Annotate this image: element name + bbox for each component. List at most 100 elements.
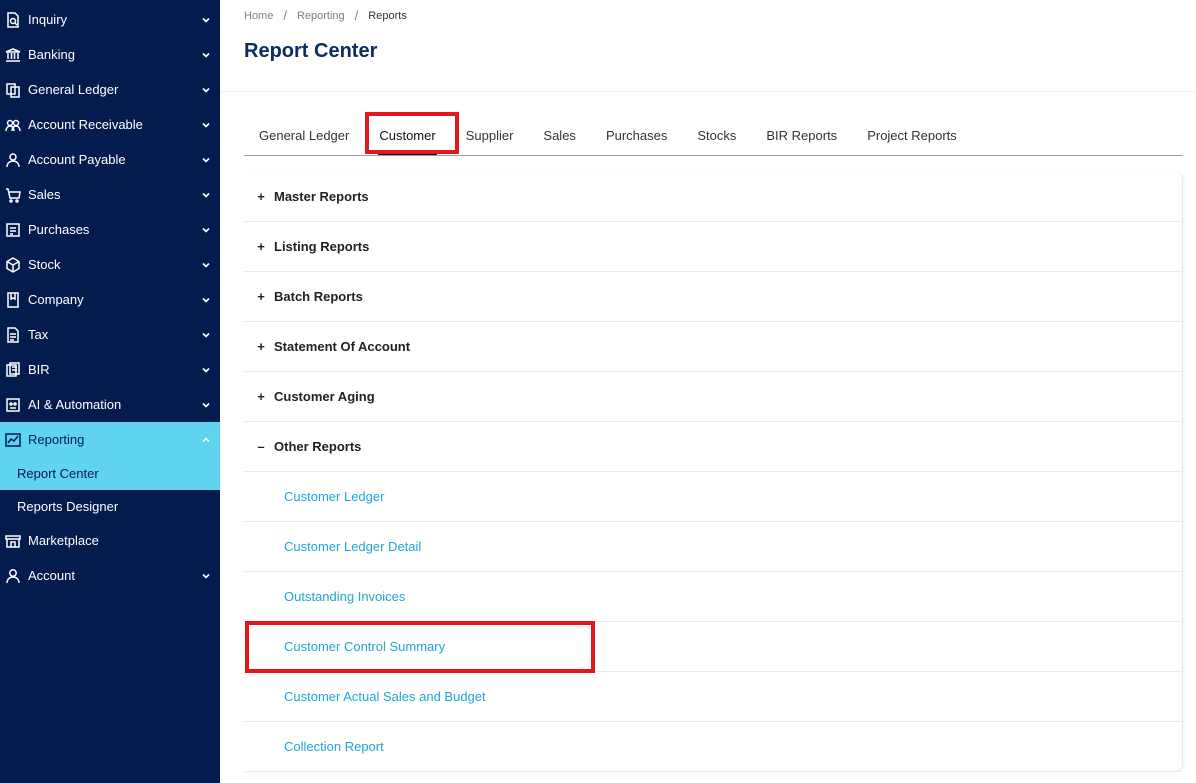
section-listing-reports[interactable]: + Listing Reports xyxy=(244,222,1182,272)
sidebar-item-reporting[interactable]: Reporting xyxy=(0,422,220,457)
breadcrumb-reporting[interactable]: Reporting xyxy=(297,10,345,22)
report-item-customer-ledger-detail[interactable]: Customer Ledger Detail xyxy=(244,522,1182,572)
bir-icon xyxy=(4,361,21,378)
sidebar-subitem-report-center[interactable]: Report Center xyxy=(0,457,220,490)
sidebar-item-label: Sales xyxy=(28,187,61,202)
sidebar-subitem-reports-designer[interactable]: Reports Designer xyxy=(0,490,220,523)
sidebar-item-marketplace[interactable]: Marketplace xyxy=(0,523,220,558)
sidebar-item-tax[interactable]: Tax xyxy=(0,317,220,352)
sidebar: Inquiry Banking General Ledger Account R… xyxy=(0,0,220,783)
breadcrumb-home[interactable]: Home xyxy=(244,10,273,22)
breadcrumb-reports: Reports xyxy=(368,9,407,22)
expand-icon: + xyxy=(257,339,265,354)
chevron-down-icon xyxy=(200,364,212,376)
report-accordion: + Master Reports + Listing Reports + Bat… xyxy=(244,172,1183,772)
tab-customer[interactable]: Customer xyxy=(364,115,450,155)
sidebar-item-purchases[interactable]: Purchases xyxy=(0,212,220,247)
sales-icon xyxy=(4,186,21,203)
chevron-down-icon xyxy=(200,14,212,26)
section-title: Batch Reports xyxy=(274,289,363,304)
sidebar-item-label: Marketplace xyxy=(28,533,99,548)
main-content: Home / Reporting / Reports Report Center… xyxy=(220,0,1196,783)
expand-icon: + xyxy=(257,289,265,304)
bank-icon xyxy=(4,46,21,63)
report-link[interactable]: Outstanding Invoices xyxy=(284,589,405,604)
expand-icon: + xyxy=(257,389,265,404)
report-item-outstanding-invoices[interactable]: Outstanding Invoices xyxy=(244,572,1182,622)
sidebar-item-banking[interactable]: Banking xyxy=(0,37,220,72)
sidebar-item-account[interactable]: Account xyxy=(0,558,220,593)
sidebar-item-label: AI & Automation xyxy=(28,397,122,412)
report-tabs: General Ledger Customer Supplier Sales P… xyxy=(244,115,1183,156)
section-title: Statement Of Account xyxy=(274,339,411,354)
report-link[interactable]: Customer Ledger Detail xyxy=(284,539,421,554)
section-other-reports[interactable]: – Other Reports xyxy=(244,422,1182,472)
report-link[interactable]: Customer Actual Sales and Budget xyxy=(284,689,486,704)
section-statement-of-account[interactable]: + Statement Of Account xyxy=(244,322,1182,372)
sidebar-item-label: Banking xyxy=(28,47,75,62)
report-item-customer-control-summary[interactable]: Customer Control Summary xyxy=(244,622,1182,672)
sidebar-item-account-payable[interactable]: Account Payable xyxy=(0,142,220,177)
breadcrumb: Home / Reporting / Reports xyxy=(244,8,407,23)
section-customer-aging[interactable]: + Customer Aging xyxy=(244,372,1182,422)
tab-project-reports[interactable]: Project Reports xyxy=(852,115,972,155)
sidebar-item-label: Reporting xyxy=(28,432,85,447)
chevron-down-icon xyxy=(200,189,212,201)
sidebar-item-account-receivable[interactable]: Account Receivable xyxy=(0,107,220,142)
report-item-customer-actual-sales-budget[interactable]: Customer Actual Sales and Budget xyxy=(244,672,1182,722)
chevron-down-icon xyxy=(200,49,212,61)
section-title: Master Reports xyxy=(274,189,369,204)
section-title: Listing Reports xyxy=(274,239,370,254)
sidebar-item-company[interactable]: Company xyxy=(0,282,220,317)
report-link[interactable]: Customer Control Summary xyxy=(284,639,445,654)
chevron-down-icon xyxy=(200,399,212,411)
chevron-down-icon xyxy=(200,294,212,306)
sidebar-item-label: Account xyxy=(28,568,75,583)
tab-supplier[interactable]: Supplier xyxy=(451,115,529,155)
section-batch-reports[interactable]: + Batch Reports xyxy=(244,272,1182,322)
sidebar-item-label: Inquiry xyxy=(28,12,68,27)
chevron-down-icon xyxy=(200,570,212,582)
account-icon xyxy=(4,567,21,584)
chevron-down-icon xyxy=(200,329,212,341)
report-link[interactable]: Collection Report xyxy=(284,739,384,754)
sidebar-item-general-ledger[interactable]: General Ledger xyxy=(0,72,220,107)
header-divider xyxy=(220,91,1196,92)
purchases-icon xyxy=(4,221,21,238)
sidebar-item-inquiry[interactable]: Inquiry xyxy=(0,2,220,37)
report-item-collection-report[interactable]: Collection Report xyxy=(244,722,1182,772)
sidebar-item-ai-automation[interactable]: AI & Automation xyxy=(0,387,220,422)
sidebar-item-label: General Ledger xyxy=(28,82,119,97)
sidebar-item-label: Company xyxy=(28,292,84,307)
chevron-down-icon xyxy=(200,154,212,166)
expand-icon: + xyxy=(257,239,265,254)
payable-icon xyxy=(4,151,21,168)
report-item-customer-ledger[interactable]: Customer Ledger xyxy=(244,472,1182,522)
company-icon xyxy=(4,291,21,308)
expand-icon: + xyxy=(257,189,265,204)
tab-general-ledger[interactable]: General Ledger xyxy=(244,115,364,155)
tab-stocks[interactable]: Stocks xyxy=(682,115,751,155)
stock-icon xyxy=(4,256,21,273)
report-link[interactable]: Customer Ledger xyxy=(284,489,384,504)
inquiry-icon xyxy=(4,11,21,28)
section-title: Customer Aging xyxy=(274,389,375,404)
tab-purchases[interactable]: Purchases xyxy=(591,115,682,155)
sidebar-item-stock[interactable]: Stock xyxy=(0,247,220,282)
reporting-icon xyxy=(4,431,21,448)
chevron-down-icon xyxy=(200,224,212,236)
sidebar-item-label: Account Receivable xyxy=(28,117,143,132)
tab-sales[interactable]: Sales xyxy=(528,115,591,155)
chevron-down-icon xyxy=(200,259,212,271)
sidebar-item-sales[interactable]: Sales xyxy=(0,177,220,212)
receivable-icon xyxy=(4,116,21,133)
page-title: Report Center xyxy=(244,40,378,62)
ledger-icon xyxy=(4,81,21,98)
sidebar-item-label: Tax xyxy=(28,327,49,342)
sidebar-item-bir[interactable]: BIR xyxy=(0,352,220,387)
sidebar-item-label: Account Payable xyxy=(28,152,126,167)
collapse-icon: – xyxy=(257,439,265,454)
section-master-reports[interactable]: + Master Reports xyxy=(244,172,1182,222)
chevron-up-icon xyxy=(200,434,212,446)
tab-bir-reports[interactable]: BIR Reports xyxy=(751,115,852,155)
